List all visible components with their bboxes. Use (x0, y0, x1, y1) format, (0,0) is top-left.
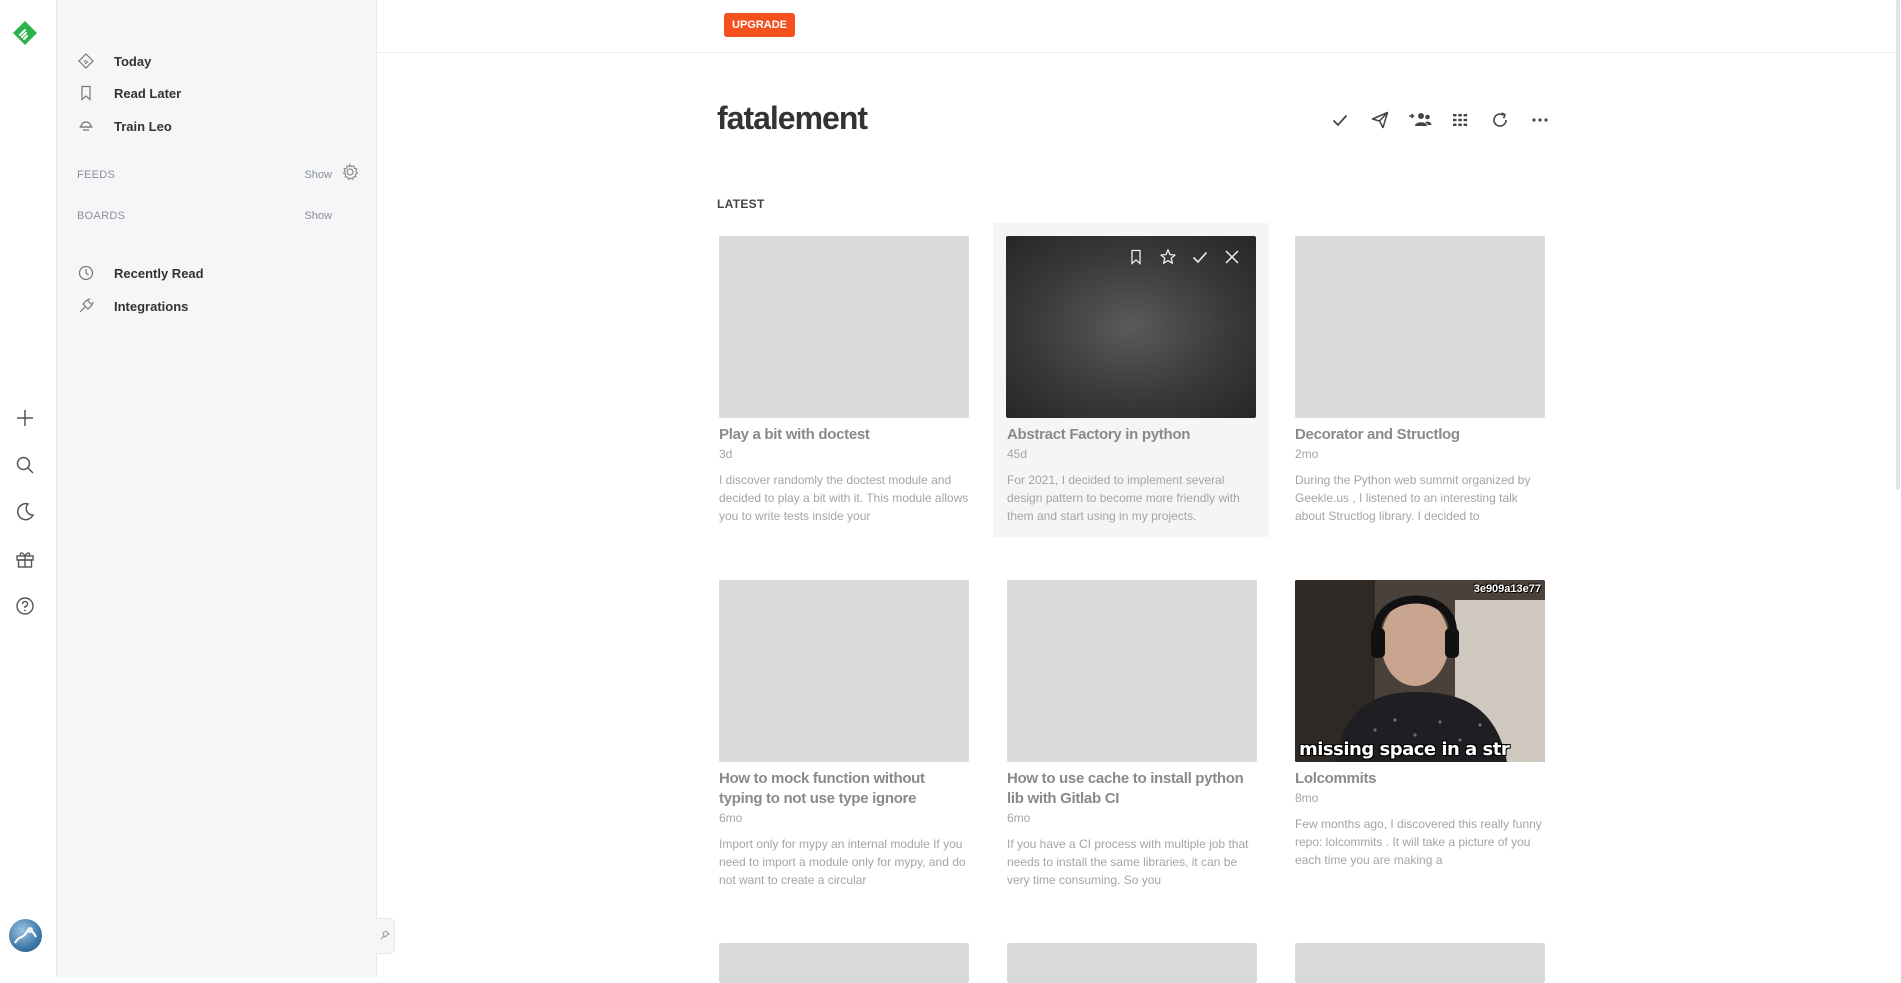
star-icon[interactable] (1156, 246, 1180, 268)
top-bar: UPGRADE (377, 0, 1901, 53)
article-age: 8mo (1295, 791, 1319, 805)
feeds-show-button[interactable]: Show (304, 169, 332, 181)
photo-caption-text: missing space in a str (1299, 739, 1510, 760)
article-thumbnail (1295, 236, 1545, 418)
article-excerpt: For 2021, I decided to implement several… (1007, 473, 1240, 523)
close-icon[interactable] (1220, 246, 1244, 268)
article-card[interactable]: How to mock function without typing to n… (718, 580, 970, 900)
sidebar-item-label: Integrations (114, 298, 189, 314)
help-icon[interactable] (12, 593, 38, 619)
refresh-icon[interactable] (1480, 106, 1520, 134)
icon-rail (0, 0, 57, 977)
article-thumbnail (719, 943, 969, 983)
follow-icon[interactable] (1400, 106, 1440, 134)
article-card[interactable] (1294, 943, 1546, 983)
article-age: 45d (1007, 447, 1028, 461)
article-age: 6mo (719, 811, 743, 825)
search-icon[interactable] (12, 452, 38, 478)
article-title[interactable]: How to mock function without typing to n… (719, 769, 969, 809)
avatar[interactable] (9, 919, 42, 952)
article-title[interactable]: How to use cache to install python lib w… (1007, 769, 1257, 809)
article-excerpt: I discover randomly the doctest module a… (719, 473, 969, 523)
page-title: fatalement (717, 100, 868, 136)
article-title[interactable]: Lolcommits (1295, 769, 1545, 789)
article-card[interactable]: How to use cache to install python lib w… (1006, 580, 1258, 900)
article-thumbnail (1007, 580, 1257, 762)
article-excerpt: During the Python web summit organized b… (1295, 473, 1531, 523)
article-title[interactable]: Abstract Factory in python (1007, 425, 1257, 445)
article-age: 3d (719, 447, 733, 461)
bookmark-icon (77, 84, 95, 102)
sidebar: Today Read Later Train Leo FEEDS Show BO… (57, 0, 377, 977)
boards-title: BOARDS (77, 210, 126, 222)
more-icon[interactable] (1520, 106, 1560, 134)
boards-section-header: BOARDS Show (77, 210, 359, 222)
plus-icon[interactable] (12, 405, 38, 431)
pin-icon (380, 927, 390, 945)
leo-icon (77, 117, 95, 135)
photo-hash-text: 3e909a13e77 (1473, 583, 1541, 595)
check-icon[interactable] (1320, 106, 1360, 134)
article-title[interactable]: Play a bit with doctest (719, 425, 969, 445)
save-for-later-icon[interactable] (1124, 246, 1148, 268)
pin-sidebar-button[interactable] (375, 918, 395, 954)
article-thumbnail (719, 236, 969, 418)
feedly-logo-icon[interactable] (12, 20, 38, 46)
article-age: 6mo (1007, 811, 1031, 825)
sidebar-item-recently-read[interactable]: Recently Read (77, 261, 204, 285)
article-title[interactable]: Decorator and Structlog (1295, 425, 1545, 445)
gear-icon[interactable] (341, 163, 359, 186)
section-label-latest: LATEST (717, 197, 765, 211)
article-card-hovered[interactable]: Abstract Factory in python 45d For 2021,… (993, 223, 1269, 537)
upgrade-button[interactable]: UPGRADE (724, 13, 796, 37)
plug-icon (77, 297, 95, 315)
article-excerpt: Few months ago, I discovered this really… (1295, 817, 1542, 867)
article-card[interactable] (1006, 943, 1258, 983)
article-thumbnail (719, 580, 969, 762)
sidebar-item-label: Today (114, 53, 152, 69)
sidebar-item-label: Recently Read (114, 265, 204, 281)
article-card[interactable]: 3e909a13e77 missing space in a str Lolco… (1294, 580, 1546, 900)
feed-toolbar (1320, 106, 1560, 134)
article-excerpt: Import only for mypy an internal module … (719, 837, 966, 887)
card-actions (1124, 246, 1244, 268)
boards-show-button[interactable]: Show (304, 210, 332, 222)
sidebar-item-label: Train Leo (114, 118, 172, 134)
sidebar-item-label: Read Later (114, 85, 182, 101)
sidebar-item-read-later[interactable]: Read Later (77, 81, 181, 105)
article-thumbnail (1295, 943, 1545, 983)
feeds-section-header: FEEDS Show (77, 163, 359, 186)
article-thumbnail (1006, 236, 1256, 418)
article-card[interactable]: Decorator and Structlog 2mo During the P… (1294, 236, 1546, 536)
article-age: 2mo (1295, 447, 1319, 461)
send-icon[interactable] (1360, 106, 1400, 134)
article-card[interactable]: Play a bit with doctest 3d I discover ra… (718, 236, 970, 536)
article-thumbnail (1007, 943, 1257, 983)
scrollbar-thumb[interactable] (1896, 0, 1900, 490)
article-photo: 3e909a13e77 missing space in a str (1295, 580, 1545, 762)
sidebar-item-integrations[interactable]: Integrations (77, 294, 188, 318)
sidebar-item-train-leo[interactable]: Train Leo (77, 114, 172, 138)
article-excerpt: If you have a CI process with multiple j… (1007, 837, 1249, 887)
moon-icon[interactable] (12, 499, 38, 525)
mark-read-icon[interactable] (1188, 246, 1212, 268)
feeds-title: FEEDS (77, 168, 116, 181)
gift-icon[interactable] (12, 546, 38, 572)
clock-icon (77, 264, 95, 282)
article-card[interactable] (718, 943, 970, 983)
scrollbar[interactable] (1895, 0, 1901, 977)
grid-icon[interactable] (1440, 106, 1480, 134)
today-icon (77, 52, 95, 70)
sidebar-item-today[interactable]: Today (77, 49, 151, 73)
